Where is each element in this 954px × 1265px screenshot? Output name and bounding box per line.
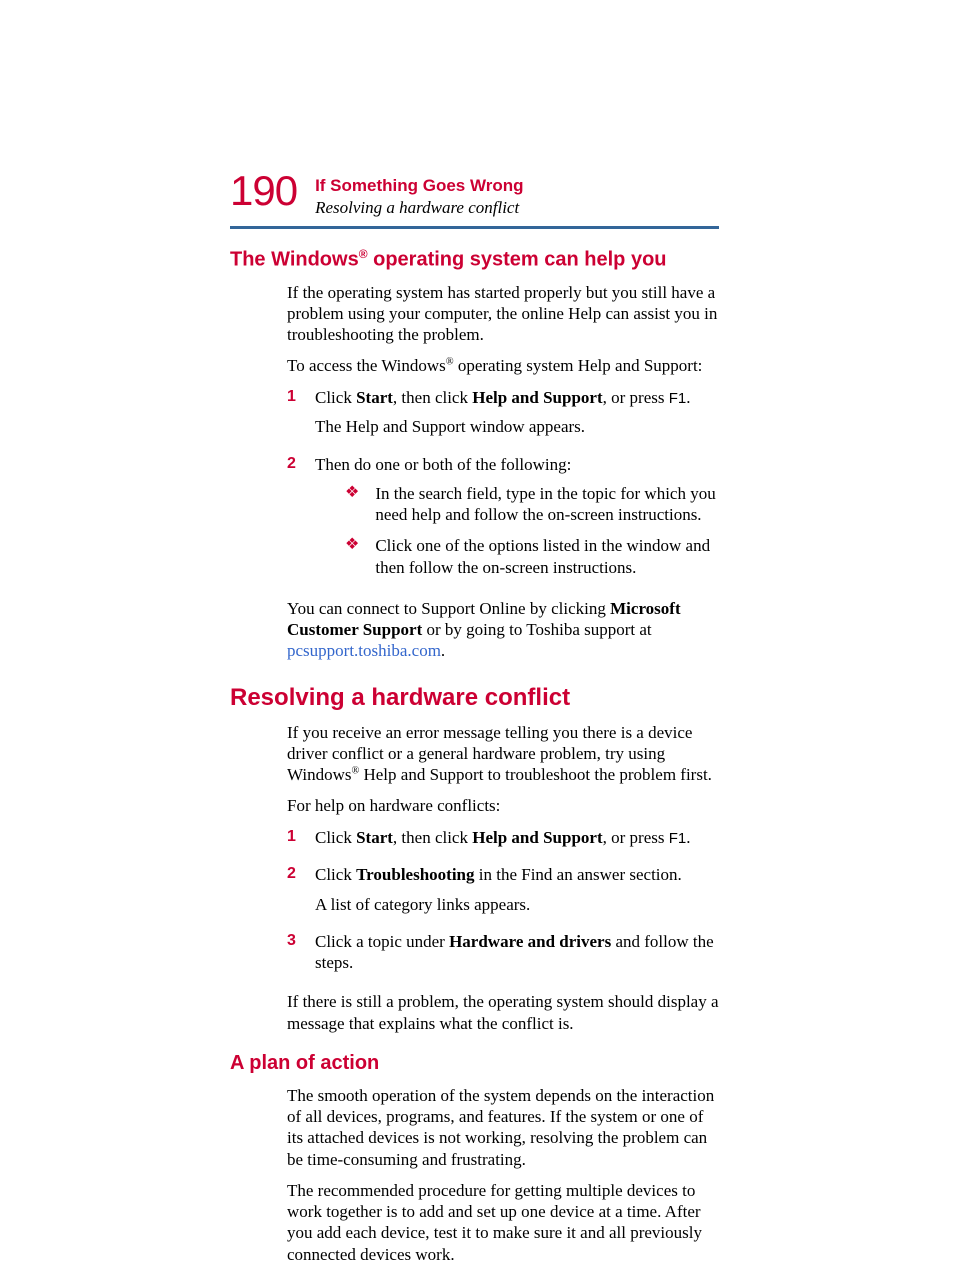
list-item: 2 Click Troubleshooting in the Find an a…: [287, 864, 719, 923]
step-body: Click a topic under Hardware and drivers…: [315, 931, 719, 982]
bullet-list: ❖ In the search field, type in the topic…: [345, 483, 719, 578]
paragraph: If you receive an error message telling …: [287, 722, 719, 786]
paragraph: To access the Windows® operating system …: [287, 355, 719, 376]
support-link[interactable]: pcsupport.toshiba.com: [287, 641, 441, 660]
list-item: 2 Then do one or both of the following: …: [287, 454, 719, 588]
section-plan-body: The smooth operation of the system depen…: [287, 1085, 719, 1265]
bold-text: Hardware and drivers: [449, 932, 611, 951]
step-result: The Help and Support window appears.: [315, 416, 719, 437]
text: , then click: [393, 388, 472, 407]
paragraph: If there is still a problem, the operati…: [287, 991, 719, 1034]
text: operating system Help and Support:: [454, 356, 703, 375]
bold-text: Help and Support: [472, 828, 602, 847]
text: Click: [315, 828, 356, 847]
text: .: [686, 828, 690, 847]
bullet-text: In the search field, type in the topic f…: [375, 483, 719, 526]
paragraph: For help on hardware conflicts:: [287, 795, 719, 816]
step-number: 1: [287, 827, 301, 857]
bold-text: Help and Support: [472, 388, 602, 407]
text: or by going to Toshiba support at: [422, 620, 651, 639]
bold-text: Start: [356, 388, 393, 407]
key-text: F1: [669, 830, 687, 847]
text: Click: [315, 388, 356, 407]
list-item: 1 Click Start, then click Help and Suppo…: [287, 387, 719, 446]
text: .: [441, 641, 445, 660]
text: , or press: [603, 828, 669, 847]
text: , then click: [393, 828, 472, 847]
page-number: 190: [230, 170, 297, 212]
step-body: Click Start, then click Help and Support…: [315, 387, 719, 446]
diamond-bullet-icon: ❖: [345, 483, 359, 526]
paragraph: You can connect to Support Online by cli…: [287, 598, 719, 662]
section-subtitle: Resolving a hardware conflict: [315, 198, 523, 218]
header-rule: [230, 226, 719, 229]
list-item: 1 Click Start, then click Help and Suppo…: [287, 827, 719, 857]
step-text: Click a topic under Hardware and drivers…: [315, 931, 719, 974]
heading-text-pre: The Windows: [230, 249, 359, 271]
list-item: ❖ In the search field, type in the topic…: [345, 483, 719, 526]
text: Click a topic under: [315, 932, 449, 951]
header-texts: If Something Goes Wrong Resolving a hard…: [315, 170, 523, 218]
text: To access the Windows: [287, 356, 446, 375]
text: in the Find an answer section.: [475, 865, 682, 884]
paragraph: If the operating system has started prop…: [287, 282, 719, 346]
step-text: Click Start, then click Help and Support…: [315, 387, 719, 409]
diamond-bullet-icon: ❖: [345, 535, 359, 578]
bold-text: Start: [356, 828, 393, 847]
step-number: 2: [287, 864, 301, 923]
key-text: F1: [669, 390, 687, 407]
section-windows-help-body: If the operating system has started prop…: [287, 282, 719, 662]
step-number: 3: [287, 931, 301, 982]
text: You can connect to Support Online by cli…: [287, 599, 610, 618]
text: Click: [315, 865, 356, 884]
list-item: 3 Click a topic under Hardware and drive…: [287, 931, 719, 982]
step-body: Then do one or both of the following: ❖ …: [315, 454, 719, 588]
bold-text: Troubleshooting: [356, 865, 474, 884]
step-number: 1: [287, 387, 301, 446]
step-text: Click Start, then click Help and Support…: [315, 827, 719, 849]
text: .: [686, 388, 690, 407]
section-resolving-body: If you receive an error message telling …: [287, 722, 719, 1034]
step-text: Click Troubleshooting in the Find an ans…: [315, 864, 719, 885]
heading-windows-help: The Windows® operating system can help y…: [230, 247, 719, 272]
ordered-list: 1 Click Start, then click Help and Suppo…: [287, 387, 719, 588]
step-result: A list of category links appears.: [315, 894, 719, 915]
registered-icon: ®: [446, 357, 454, 368]
registered-icon: ®: [359, 247, 368, 261]
step-text: Then do one or both of the following:: [315, 454, 719, 475]
list-item: ❖ Click one of the options listed in the…: [345, 535, 719, 578]
chapter-title: If Something Goes Wrong: [315, 176, 523, 196]
step-number: 2: [287, 454, 301, 588]
paragraph: The recommended procedure for getting mu…: [287, 1180, 719, 1265]
heading-text-post: operating system can help you: [368, 249, 667, 271]
ordered-list: 1 Click Start, then click Help and Suppo…: [287, 827, 719, 982]
bullet-text: Click one of the options listed in the w…: [375, 535, 719, 578]
heading-plan-of-action: A plan of action: [230, 1052, 719, 1075]
document-page: 190 If Something Goes Wrong Resolving a …: [0, 0, 954, 1235]
paragraph: The smooth operation of the system depen…: [287, 1085, 719, 1170]
step-body: Click Start, then click Help and Support…: [315, 827, 719, 857]
page-header: 190 If Something Goes Wrong Resolving a …: [230, 170, 719, 218]
text: , or press: [603, 388, 669, 407]
text: Help and Support to troubleshoot the pro…: [359, 765, 712, 784]
step-body: Click Troubleshooting in the Find an ans…: [315, 864, 719, 923]
heading-resolving-conflict: Resolving a hardware conflict: [230, 684, 719, 712]
